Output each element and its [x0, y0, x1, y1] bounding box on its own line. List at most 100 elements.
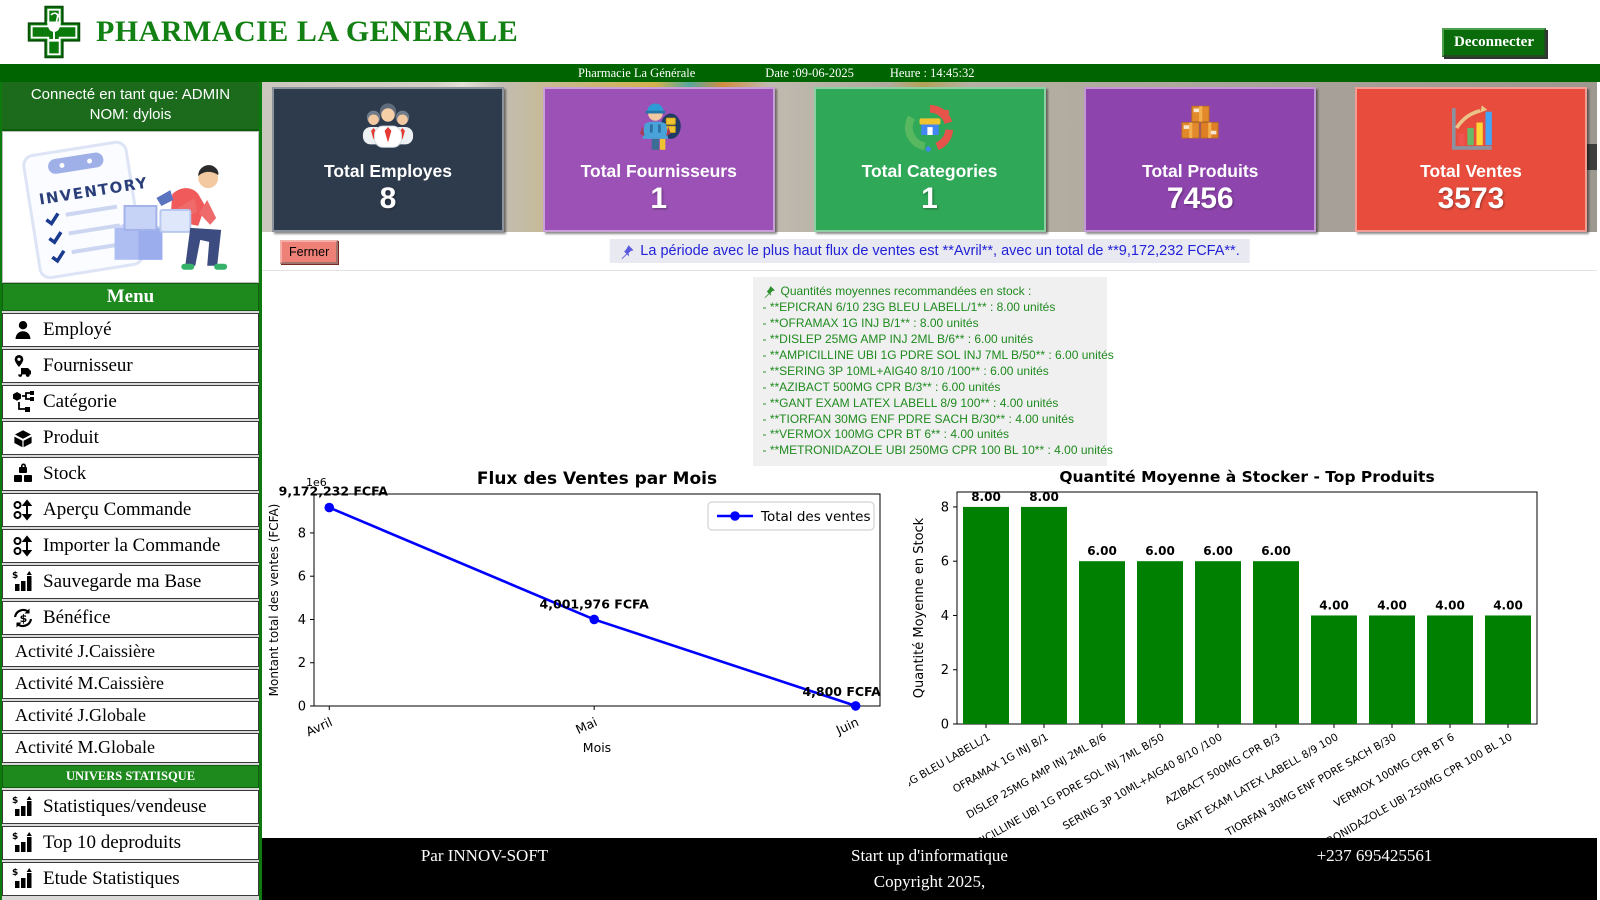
recommendation-item: - **AZIBACT 500MG CPR B/3** : 6.00 unité… [763, 380, 1097, 396]
sales-flow-line-chart: Flux des Ventes par Mois1e602468Montant … [268, 468, 893, 780]
sidebar-item-label: Top 10 deproduits [43, 832, 181, 854]
sidebar-item-statistiques-vendeuse[interactable]: $ Statistiques/vendeuse [2, 790, 259, 824]
y-tick-label: 8 [298, 527, 306, 542]
menu-header: Menu [2, 283, 259, 311]
data-point [851, 701, 861, 711]
sales-chart-icon [1442, 89, 1500, 155]
bar [1137, 562, 1183, 725]
card-value: 1 [921, 182, 938, 217]
bar-value-label: 6.00 [1261, 545, 1291, 559]
sidebar-item-label: Activité M.Caissière [15, 673, 164, 694]
data-point [589, 615, 599, 625]
sidebar-item-activite-j-globale[interactable]: Activité J.Globale [2, 701, 259, 731]
sidebar-item-fournisseur[interactable]: Fournisseur [2, 349, 259, 383]
sidebar-item-sauvegarde[interactable]: $ Sauvegarde ma Base [2, 565, 259, 599]
y-tick-label: 4 [941, 609, 949, 624]
pushpin-icon [763, 285, 776, 298]
recommendation-item: - **DISLEP 25MG AMP INJ 2ML B/6** : 6.00… [763, 332, 1097, 348]
y-tick-label: 2 [298, 657, 306, 672]
recommendation-item: - **EPICRAN 6/10 23G BLEU LABELL/1** : 8… [763, 300, 1097, 316]
recommendation-item: - **GANT EXAM LATEX LABELL 8/9 100** : 4… [763, 396, 1097, 412]
chart-dollar-icon: $ [3, 795, 43, 819]
sidebar-item-activite-m-caissiere[interactable]: Activité M.Caissière [2, 669, 259, 699]
bar [1021, 507, 1067, 724]
x-axis-label: Mois [583, 740, 611, 755]
close-alert-button[interactable]: Fermer [280, 240, 338, 264]
svg-text:$: $ [12, 868, 18, 878]
pharmacy-cross-logo [26, 4, 82, 60]
footer-phone: +237 695425561 [1152, 846, 1597, 866]
point-label: 4,001,976 FCFA [540, 597, 650, 612]
person-icon [3, 318, 43, 342]
bar-value-label: 4.00 [1435, 599, 1465, 613]
sidebar-item-label: Catégorie [43, 391, 117, 413]
bar [1369, 616, 1415, 725]
main-content: Total Employes 8 [262, 82, 1597, 900]
supplier-worker-icon [630, 89, 688, 155]
footer-copyright: Copyright 2025, [262, 872, 1597, 892]
sidebar-item-benefice[interactable]: $ Bénéfice [2, 601, 259, 635]
sidebar-item-activite-m-globale[interactable]: Activité M.Globale [2, 733, 259, 763]
sidebar-item-label: Importer la Commande [43, 535, 220, 557]
svg-text:$: $ [12, 832, 18, 842]
sidebar-item-label: Fournisseur [43, 355, 133, 377]
card-total-ventes: Total Ventes 3573 [1355, 87, 1587, 232]
connected-user-banner: Connecté en tant que: ADMIN NOM: dylois [2, 82, 259, 131]
data-point [324, 503, 334, 513]
card-total-categories: Total Categories 1 [814, 87, 1046, 232]
stats-section-header: UNIVERS STATISQUE [2, 765, 259, 788]
bar [1195, 562, 1241, 725]
employees-icon [357, 89, 419, 155]
svg-text:$: $ [12, 571, 18, 581]
card-total-fournisseurs: Total Fournisseurs 1 [543, 87, 775, 232]
y-axis-label: Quantité Moyenne en Stock [912, 518, 927, 699]
sidebar-item-top10-produits[interactable]: $ Top 10 deproduits [2, 826, 259, 860]
sales-peak-alert: La période avec le plus haut flux de ven… [609, 239, 1249, 263]
y-tick-label: 0 [941, 718, 949, 733]
sidebar-item-employe[interactable]: Employé [2, 313, 259, 347]
sidebar-item-label: Activité J.Caissière [15, 641, 155, 662]
app-header: PHARMACIE LA GENERALE Deconnecter [0, 0, 1600, 64]
logout-button[interactable]: Deconnecter [1442, 28, 1546, 57]
stat-cards-strip: Total Employes 8 [262, 82, 1597, 232]
x-tick-label: OFRAMAX 1G INJ B/1 [951, 732, 1051, 796]
sidebar-item-apercu-commande[interactable]: Aperçu Commande [2, 493, 259, 527]
point-label: 4,800 FCFA [802, 684, 881, 699]
footer-org: Start up d'informatique [707, 846, 1152, 866]
sidebar-item-importer-commande[interactable]: Importer la Commande [2, 529, 259, 563]
sidebar-item-label: Employé [43, 319, 112, 341]
card-total-produits: Total Produits 7456 [1084, 87, 1316, 232]
stock-quantity-bar-chart: Quantité Moyenne à Stocker - Top Produit… [909, 468, 1557, 838]
recommendation-item: - **VERMOX 100MG CPR BT 6** : 4.00 unité… [763, 427, 1097, 443]
statusbar-app-name: Pharmacie La Générale [578, 66, 695, 81]
point-label: 9,172,232 FCFA [279, 484, 389, 499]
pushpin-icon [619, 244, 634, 259]
card-label: Total Fournisseurs [581, 161, 737, 182]
sidebar-item-label: Activité M.Globale [15, 737, 155, 758]
card-label: Total Employes [324, 161, 452, 182]
status-bar: Pharmacie La Générale Date :09-06-2025 H… [0, 64, 1600, 82]
sort-icon [3, 534, 43, 558]
sidebar-item-stock[interactable]: Stock [2, 457, 259, 491]
sidebar-item-label: Sauvegarde ma Base [43, 571, 201, 593]
card-value: 8 [380, 182, 397, 217]
chart-dollar-icon: $ [3, 831, 43, 855]
bar [1427, 616, 1473, 725]
card-value: 3573 [1438, 182, 1505, 217]
page-title: PHARMACIE LA GENERALE [96, 15, 518, 49]
bar-value-label: 4.00 [1493, 599, 1523, 613]
sidebar-item-categorie[interactable]: Catégorie [2, 385, 259, 419]
x-tick-label: Mai [573, 715, 599, 738]
recommendation-item: - **SERING 3P 10ML+AIG40 8/10 /100** : 6… [763, 364, 1097, 380]
recommendations-title: Quantités moyennes recommandées en stock… [763, 284, 1097, 300]
sidebar-item-etude-statistiques[interactable]: $ Etude Statistiques [2, 862, 259, 896]
stock-icon [3, 462, 43, 486]
sidebar-item-produit[interactable]: Produit [2, 421, 259, 455]
boxes-icon [1171, 89, 1229, 155]
connected-name: NOM: dylois [4, 105, 257, 125]
sidebar-item-activite-j-caissiere[interactable]: Activité J.Caissière [2, 637, 259, 667]
bar-value-label: 8.00 [1029, 490, 1059, 504]
sidebar: Connecté en tant que: ADMIN NOM: dylois … [0, 82, 262, 900]
sidebar-item-label: Bénéfice [43, 607, 111, 629]
recommendation-item: - **OFRAMAX 1G INJ B/1** : 8.00 unités [763, 316, 1097, 332]
